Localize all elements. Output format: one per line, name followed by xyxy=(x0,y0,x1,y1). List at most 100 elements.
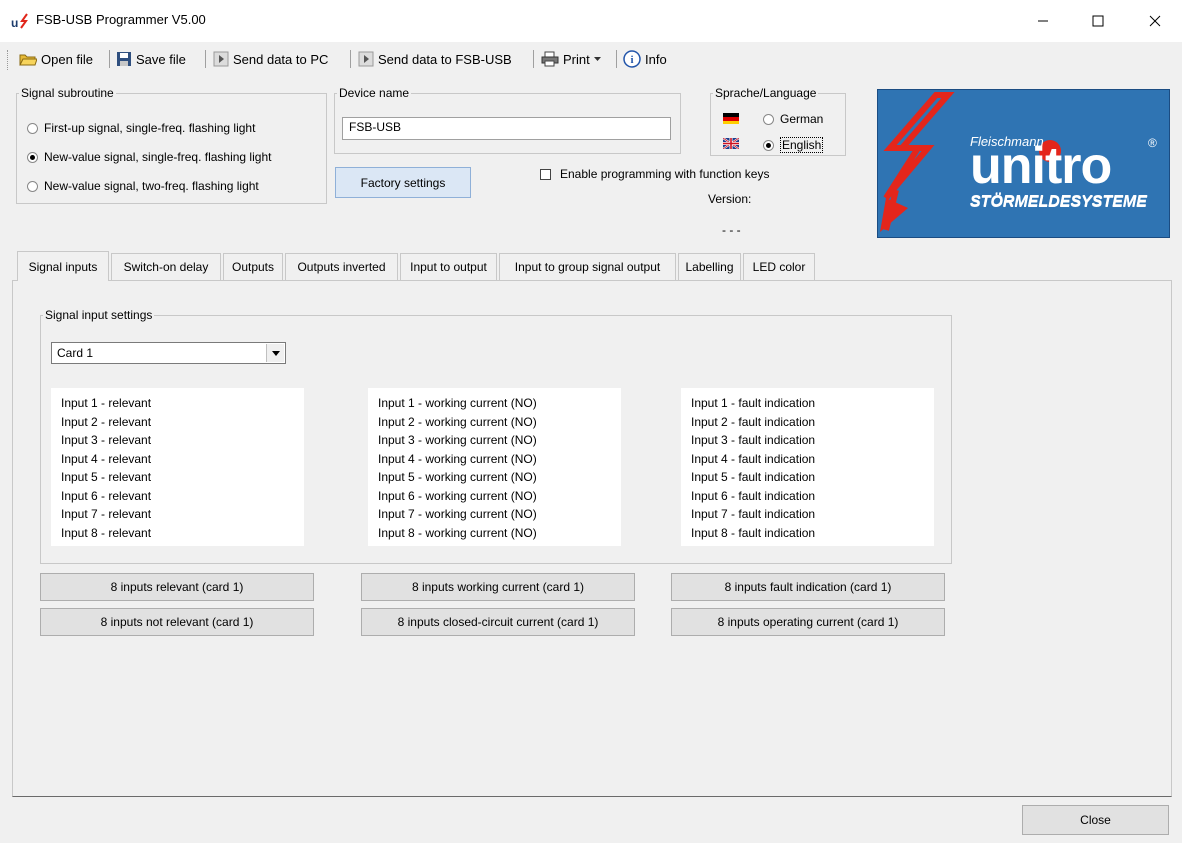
list-item[interactable]: Input 8 - relevant xyxy=(61,524,294,543)
play-arrow-icon xyxy=(213,51,229,67)
radio-new-value-single-freq[interactable]: New-value signal, single-freq. flashing … xyxy=(27,150,271,164)
list-item[interactable]: Input 3 - working current (NO) xyxy=(378,431,611,450)
send-data-to-pc-label: Send data to PC xyxy=(233,51,329,67)
list-item[interactable]: Input 8 - working current (NO) xyxy=(378,524,611,543)
list-item[interactable]: Input 5 - working current (NO) xyxy=(378,468,611,487)
signal-input-settings-legend: Signal input settings xyxy=(45,308,153,322)
radio-indicator xyxy=(763,113,774,125)
radio-indicator xyxy=(27,151,38,163)
print-dropdown-button[interactable]: Print xyxy=(541,46,602,72)
tab-outputs-inverted[interactable]: Outputs inverted xyxy=(285,253,398,280)
list-item[interactable]: Input 1 - relevant xyxy=(61,394,294,413)
radio-label: German xyxy=(780,112,824,126)
play-arrow-icon xyxy=(358,51,374,67)
list-item[interactable]: Input 6 - fault indication xyxy=(691,487,924,506)
chevron-down-icon xyxy=(271,350,280,356)
radio-label: English xyxy=(780,137,824,153)
list-item[interactable]: Input 5 - relevant xyxy=(61,468,294,487)
list-item[interactable]: Input 4 - fault indication xyxy=(691,450,924,469)
logo-tagline-text: STÖRMELDESYSTEME xyxy=(970,194,1147,211)
radio-english[interactable]: English xyxy=(763,137,824,153)
list-item[interactable]: Input 7 - fault indication xyxy=(691,505,924,524)
list-item[interactable]: Input 2 - fault indication xyxy=(691,413,924,432)
svg-text:i: i xyxy=(630,54,633,66)
print-label: Print xyxy=(563,51,590,67)
version-label: Version: xyxy=(708,192,752,206)
list-item[interactable]: Input 3 - relevant xyxy=(61,431,294,450)
all-inputs-relevant-button[interactable]: 8 inputs relevant (card 1) xyxy=(40,573,314,601)
window-title: FSB-USB Programmer V5.00 xyxy=(36,12,206,27)
tab-led-color[interactable]: LED color xyxy=(743,253,815,280)
toolbar-separator xyxy=(350,50,351,68)
logo-brand: unitro xyxy=(970,137,1112,195)
radio-label: New-value signal, two-freq. flashing lig… xyxy=(44,179,259,193)
device-name-legend: Device name xyxy=(339,86,410,100)
tab-outputs[interactable]: Outputs xyxy=(223,253,283,280)
tab-switch-on-delay[interactable]: Switch-on delay xyxy=(111,253,221,280)
relevant-list[interactable]: Input 1 - relevant Input 2 - relevant In… xyxy=(51,388,304,546)
tab-signal-inputs[interactable]: Signal inputs xyxy=(17,251,109,281)
toolbar-grip xyxy=(7,50,11,70)
list-item[interactable]: Input 2 - working current (NO) xyxy=(378,413,611,432)
chevron-down-icon xyxy=(593,57,601,61)
close-window-button[interactable] xyxy=(1132,0,1178,42)
radio-indicator xyxy=(27,180,38,192)
tab-input-to-group-signal-output[interactable]: Input to group signal output xyxy=(499,253,676,280)
card-select-dropdown-button[interactable] xyxy=(266,344,284,362)
send-data-to-device-button[interactable]: Send data to FSB-USB xyxy=(358,46,512,72)
printer-icon xyxy=(541,51,559,67)
list-item[interactable]: Input 3 - fault indication xyxy=(691,431,924,450)
info-button[interactable]: i Info xyxy=(623,46,667,72)
list-item[interactable]: Input 5 - fault indication xyxy=(691,468,924,487)
list-item[interactable]: Input 1 - fault indication xyxy=(691,394,924,413)
radio-indicator xyxy=(763,139,774,151)
uk-flag-icon xyxy=(722,137,740,150)
enable-function-keys-checkbox[interactable]: Enable programming with function keys xyxy=(540,167,769,181)
fault-indication-list[interactable]: Input 1 - fault indication Input 2 - fau… xyxy=(681,388,934,546)
all-inputs-fault-indication-button[interactable]: 8 inputs fault indication (card 1) xyxy=(671,573,945,601)
radio-new-value-two-freq[interactable]: New-value signal, two-freq. flashing lig… xyxy=(27,179,259,193)
device-name-input[interactable]: FSB-USB xyxy=(342,117,671,140)
toolbar-separator xyxy=(109,50,110,68)
save-file-button[interactable]: Save file xyxy=(116,46,186,72)
maximize-icon xyxy=(1092,15,1104,27)
card-select[interactable]: Card 1 xyxy=(51,342,286,364)
maximize-button[interactable] xyxy=(1075,0,1121,42)
radio-first-up-signal[interactable]: First-up signal, single-freq. flashing l… xyxy=(27,121,255,135)
all-inputs-working-current-button[interactable]: 8 inputs working current (card 1) xyxy=(361,573,635,601)
card-select-value: Card 1 xyxy=(57,346,94,360)
all-inputs-not-relevant-button[interactable]: 8 inputs not relevant (card 1) xyxy=(40,608,314,636)
list-item[interactable]: Input 6 - working current (NO) xyxy=(378,487,611,506)
german-flag-icon xyxy=(723,113,739,124)
working-current-list[interactable]: Input 1 - working current (NO) Input 2 -… xyxy=(368,388,621,546)
list-item[interactable]: Input 2 - relevant xyxy=(61,413,294,432)
list-item[interactable]: Input 7 - working current (NO) xyxy=(378,505,611,524)
radio-german[interactable]: German xyxy=(763,112,823,126)
send-data-to-device-label: Send data to FSB-USB xyxy=(378,51,512,67)
toolbar-separator xyxy=(533,50,534,68)
list-item[interactable]: Input 4 - relevant xyxy=(61,450,294,469)
info-icon: i xyxy=(623,50,641,68)
signal-subroutine-legend: Signal subroutine xyxy=(21,86,114,100)
checkbox-label: Enable programming with function keys xyxy=(560,167,770,181)
minimize-button[interactable] xyxy=(1020,0,1066,42)
all-inputs-closed-circuit-button[interactable]: 8 inputs closed-circuit current (card 1) xyxy=(361,608,635,636)
svg-text:u: u xyxy=(11,16,18,29)
all-inputs-operating-current-button[interactable]: 8 inputs operating current (card 1) xyxy=(671,608,945,636)
list-item[interactable]: Input 8 - fault indication xyxy=(691,524,924,543)
open-file-button[interactable]: Open file xyxy=(19,46,93,72)
tab-input-to-output[interactable]: Input to output xyxy=(400,253,497,280)
info-label: Info xyxy=(645,51,667,67)
close-button[interactable]: Close xyxy=(1022,805,1169,835)
list-item[interactable]: Input 4 - working current (NO) xyxy=(378,450,611,469)
list-item[interactable]: Input 7 - relevant xyxy=(61,505,294,524)
list-item[interactable]: Input 1 - working current (NO) xyxy=(378,394,611,413)
tab-labelling[interactable]: Labelling xyxy=(678,253,741,280)
save-file-label: Save file xyxy=(136,51,186,67)
list-item[interactable]: Input 6 - relevant xyxy=(61,487,294,506)
logo-registered-mark: ® xyxy=(1148,136,1157,150)
version-value: - - - xyxy=(722,223,741,237)
app-icon: u xyxy=(11,13,33,30)
send-data-to-pc-button[interactable]: Send data to PC xyxy=(213,46,328,72)
factory-settings-button[interactable]: Factory settings xyxy=(335,167,471,198)
